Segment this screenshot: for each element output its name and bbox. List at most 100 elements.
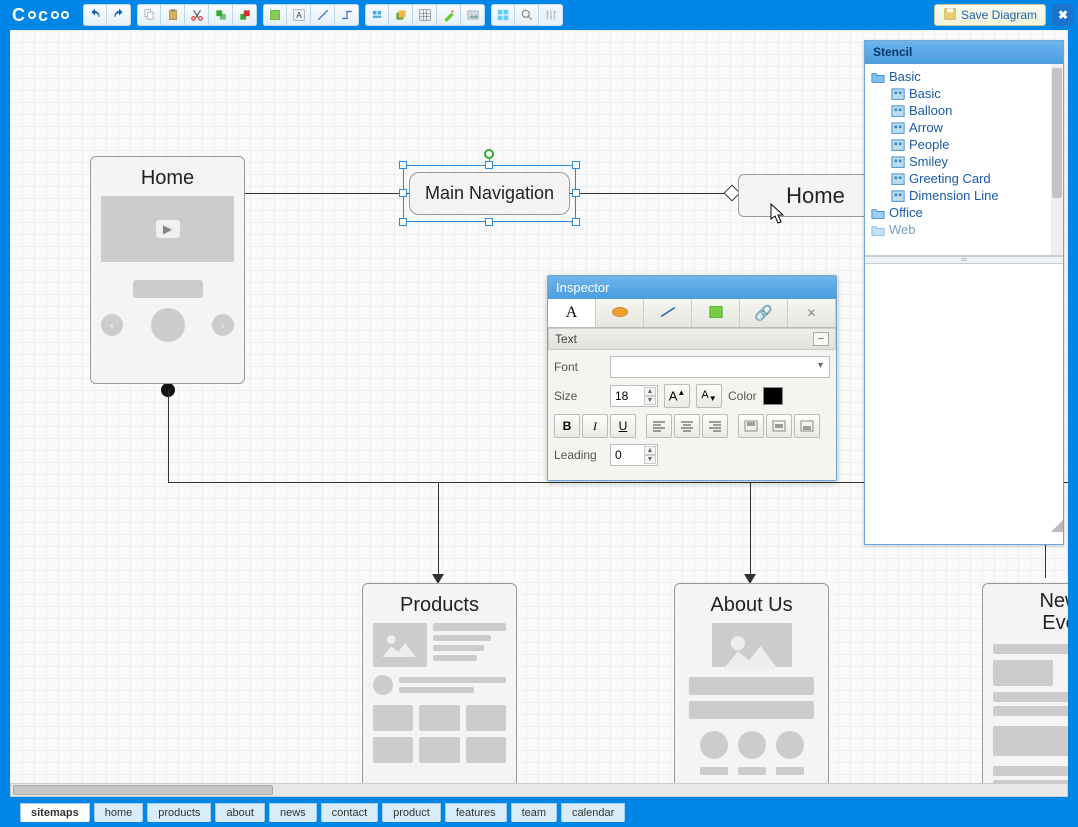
scrollbar-thumb[interactable] [13,785,273,795]
delete-button[interactable] [233,4,257,26]
stencil-item-balloon[interactable]: Balloon [865,102,1063,119]
node-products[interactable]: Products [362,583,517,783]
stencil-item-dimension-line[interactable]: Dimension Line [865,187,1063,204]
stencil-scrollbar[interactable] [1051,64,1063,255]
color-swatch[interactable] [763,387,783,405]
sheet-tab-features[interactable]: features [445,803,507,822]
order-button[interactable] [389,4,413,26]
rotate-handle[interactable] [484,149,494,159]
horizontal-scrollbar[interactable] [10,783,1068,797]
stencil-item-arrow[interactable]: Arrow [865,119,1063,136]
scrollbar-thumb[interactable] [1052,68,1062,198]
stencil-splitter[interactable]: ═ [865,256,1063,264]
valign-bottom-button[interactable] [794,414,820,438]
resize-handle-sw[interactable] [399,218,407,226]
underline-button[interactable]: U [610,414,636,438]
spin-up[interactable]: ▲ [644,446,656,455]
node-home[interactable]: Home ▶ ‹ › [90,156,245,384]
resize-handle-se[interactable] [572,218,580,226]
resize-handle-w[interactable] [399,189,407,197]
stencil-toggle-button[interactable] [491,4,515,26]
sheet-tab-home[interactable]: home [94,803,144,822]
spin-down[interactable]: ▼ [644,455,656,464]
resize-handle-nw[interactable] [399,161,407,169]
spin-up[interactable]: ▲ [644,387,656,396]
line-button[interactable] [311,4,335,26]
stencil-title[interactable]: Stencil [865,41,1063,64]
tab-fill[interactable] [596,299,644,327]
stencil-tree[interactable]: Basic Basic Balloon Arrow People Smiley … [865,64,1063,256]
spin-down[interactable]: ▼ [644,396,656,405]
bold-button[interactable]: B [554,414,580,438]
increase-size-button[interactable]: A▲ [664,384,690,408]
connector-button[interactable] [335,4,359,26]
font-select[interactable] [610,356,830,378]
size-input[interactable]: 18 ▲▼ [610,385,658,407]
sheet-tab-team[interactable]: team [511,803,557,822]
stencil-item-people[interactable]: People [865,136,1063,153]
stencil-folder-web[interactable]: Web [865,221,1063,238]
connector-line[interactable] [245,193,410,194]
sheet-tab-calendar[interactable]: calendar [561,803,625,822]
duplicate-button[interactable] [209,4,233,26]
freehand-button[interactable] [437,4,461,26]
stencil-item-smiley[interactable]: Smiley [865,153,1063,170]
sheet-tab-sitemaps[interactable]: sitemaps [20,803,90,822]
table-button[interactable] [413,4,437,26]
resize-handle-s[interactable] [485,218,493,226]
valign-middle-button[interactable] [766,414,792,438]
sheet-tab-contact[interactable]: contact [321,803,378,822]
text-button[interactable]: A [287,4,311,26]
inspector-section-text: Text − Font Size 18 ▲▼ A▲ A▼ Color B I U [548,328,836,480]
tab-tools[interactable]: ✕ [788,299,836,327]
resize-handle-n[interactable] [485,161,493,169]
tab-line[interactable] [644,299,692,327]
sheet-tab-about[interactable]: about [215,803,265,822]
decrease-size-button[interactable]: A▼ [696,384,722,408]
undo-button[interactable] [83,4,107,26]
shape-icon [708,305,724,322]
node-news-events[interactable]: NewEve [982,583,1068,783]
stencil-item-greeting-card[interactable]: Greeting Card [865,170,1063,187]
inspector-title[interactable]: Inspector [548,276,836,299]
connector-line[interactable] [750,482,751,578]
node-about-us[interactable]: About Us [674,583,829,783]
valign-top-button[interactable] [738,414,764,438]
inspector-panel[interactable]: Inspector A 🔗 ✕ Text − Font Size 18 ▲▼ A… [547,275,837,481]
align-center-button[interactable] [674,414,700,438]
tab-shape[interactable] [692,299,740,327]
cut-button[interactable] [185,4,209,26]
stencil-panel[interactable]: Stencil Basic Basic Balloon Arrow People… [864,40,1064,545]
image-button[interactable] [461,4,485,26]
settings-button[interactable] [539,4,563,26]
shape-button[interactable] [263,4,287,26]
stencil-item-basic[interactable]: Basic [865,85,1063,102]
stencil-folder-basic[interactable]: Basic [865,68,1063,85]
paste-button[interactable] [161,4,185,26]
panel-resize-handle[interactable] [1051,520,1063,532]
section-collapse-button[interactable]: − [813,332,829,346]
redo-button[interactable] [107,4,131,26]
align-right-button[interactable] [702,414,728,438]
resize-handle-e[interactable] [572,189,580,197]
leading-input[interactable]: 0 ▲▼ [610,444,658,466]
tab-link[interactable]: 🔗 [740,299,788,327]
node-main-navigation[interactable]: Main Navigation [409,172,570,215]
sheet-tab-products[interactable]: products [147,803,211,822]
stencil-folder-office[interactable]: Office [865,204,1063,221]
connector-line[interactable] [438,482,439,578]
sheet-tab-product[interactable]: product [382,803,441,822]
align-button[interactable] [365,4,389,26]
connector-line[interactable] [568,193,738,194]
close-button[interactable]: ✖ [1052,4,1074,26]
italic-button[interactable]: I [582,414,608,438]
resize-handle-ne[interactable] [572,161,580,169]
tab-text[interactable]: A [548,299,596,327]
align-left-button[interactable] [646,414,672,438]
save-diagram-button[interactable]: Save Diagram [934,4,1046,26]
stencil-shapes-area[interactable] [865,264,1063,532]
copy-button[interactable] [137,4,161,26]
inspector-toggle-button[interactable] [515,4,539,26]
sheet-tab-news[interactable]: news [269,803,317,822]
connector-line[interactable] [168,390,169,483]
